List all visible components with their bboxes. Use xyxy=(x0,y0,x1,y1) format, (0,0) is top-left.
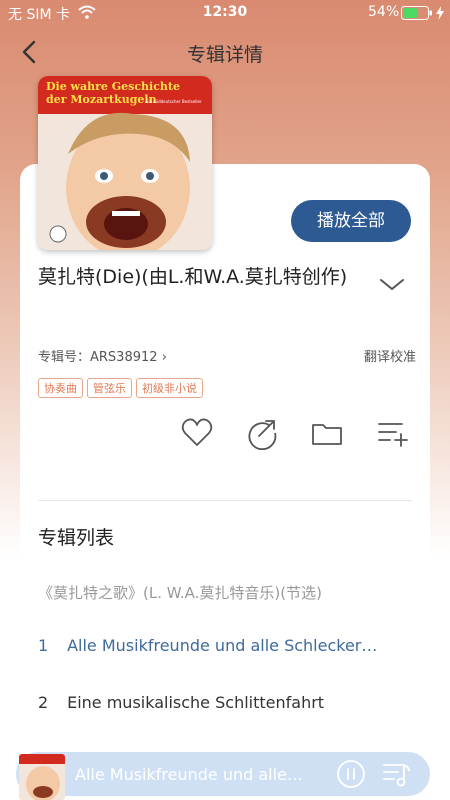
chevron-right-icon: › xyxy=(161,350,167,365)
section-title: 专辑列表 xyxy=(38,527,115,549)
tag[interactable]: 管弦乐 xyxy=(87,378,132,398)
pause-icon[interactable] xyxy=(336,759,366,789)
mini-cover-art xyxy=(19,754,65,800)
track-title: Eine musikalische Schlittenfahrt xyxy=(67,693,325,712)
track-row[interactable]: 2 Eine musikalische Schlittenfahrt xyxy=(38,693,418,723)
track-number: 1 xyxy=(38,636,49,655)
nav-bar: 专辑详情 xyxy=(0,30,450,74)
track-title: Alle Musikfreunde und alle Schlecker… xyxy=(67,636,378,655)
heart-icon[interactable] xyxy=(180,416,214,450)
play-all-button[interactable]: 播放全部 xyxy=(291,200,411,242)
album-id: 专辑号：ARS38912 xyxy=(38,350,158,365)
folder-icon[interactable] xyxy=(310,416,344,450)
album-cover: Die wahre Geschichte der Mozartkugeln Ei… xyxy=(38,76,212,250)
charging-icon xyxy=(436,6,444,20)
album-title: 莫扎特(Die)(由L.和W.A.莫扎特创作) xyxy=(38,266,348,288)
share-icon[interactable] xyxy=(245,416,279,450)
chevron-down-icon[interactable] xyxy=(378,274,406,294)
tag[interactable]: 初级非小说 xyxy=(136,378,203,398)
status-bar: 无 SIM 卡 12:30 54% xyxy=(0,0,450,26)
album-cover-art: Die wahre Geschichte der Mozartkugeln Ei… xyxy=(38,76,212,250)
mini-player-cover[interactable] xyxy=(19,754,65,800)
add-to-playlist-icon[interactable] xyxy=(376,416,410,450)
track-number: 2 xyxy=(38,693,49,712)
cover-title-line1: Die wahre Geschichte xyxy=(46,80,180,93)
battery-percent: 54% xyxy=(368,4,400,20)
translate-calibrate-link[interactable]: 翻译校准 xyxy=(364,346,416,365)
track-group-header: 《莫扎特之歌》(L. W.A.莫扎特音乐)(节选) xyxy=(38,584,322,602)
track-row[interactable]: 1 Alle Musikfreunde und alle Schlecker… xyxy=(38,636,418,666)
divider xyxy=(38,500,412,501)
battery-icon xyxy=(401,6,432,20)
tag-list: 协奏曲 管弦乐 初级非小说 xyxy=(38,377,207,398)
action-row xyxy=(180,416,420,450)
playlist-icon[interactable] xyxy=(382,760,412,788)
album-id-link[interactable]: 专辑号：ARS38912 › xyxy=(38,346,167,365)
page-title: 专辑详情 xyxy=(186,44,263,66)
cover-title-line2: der Mozartkugeln xyxy=(46,93,157,106)
cover-subtitle: Ein süddeutscher Bestseller xyxy=(146,99,202,104)
mini-player-title: Alle Musikfreunde und alle… xyxy=(75,765,303,784)
tag[interactable]: 协奏曲 xyxy=(38,378,83,398)
